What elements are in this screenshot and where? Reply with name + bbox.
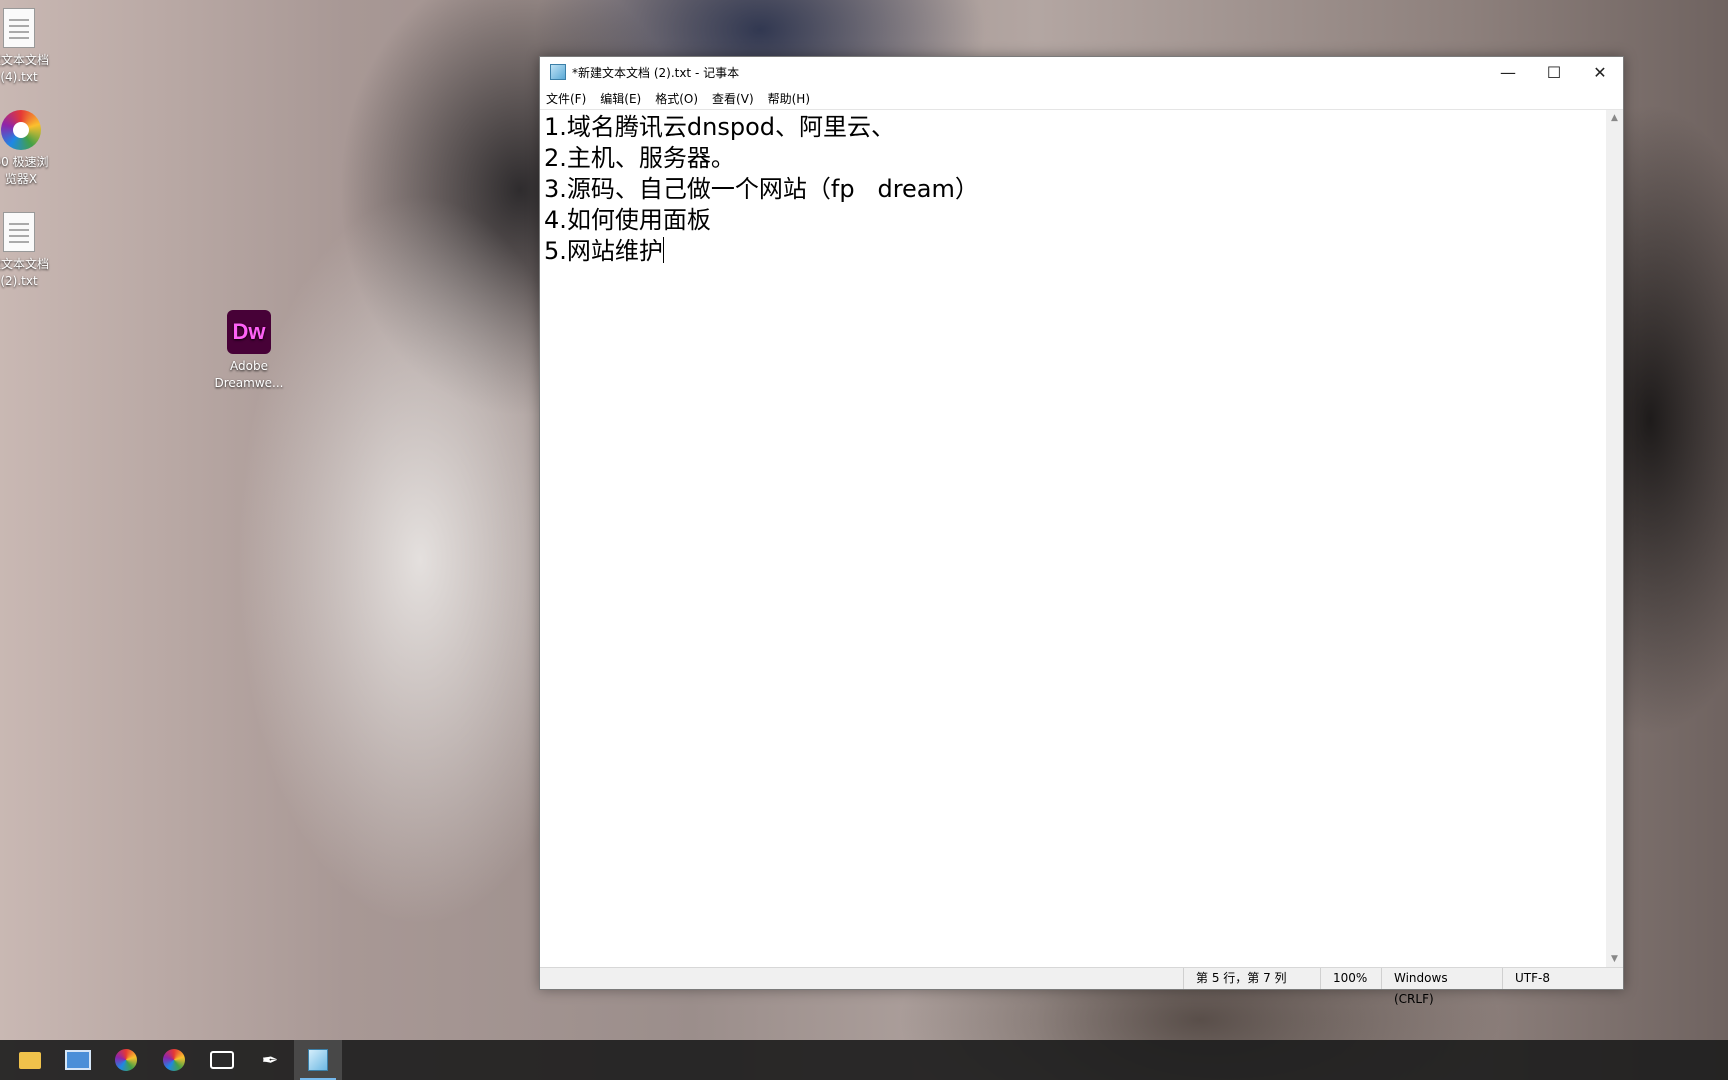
desktop-icon-text-file-4[interactable]: 建文本文档 (4).txt bbox=[0, 8, 64, 86]
status-encoding: UTF-8 bbox=[1502, 968, 1623, 989]
text-line: 2.主机、服务器。 bbox=[544, 144, 735, 172]
browser-icon bbox=[163, 1049, 185, 1071]
browser-icon bbox=[115, 1049, 137, 1071]
text-line: 3.源码、自己做一个网站（fp dream） bbox=[544, 175, 979, 203]
title-bar[interactable]: *新建文本文档 (2).txt - 记事本 — ☐ ✕ bbox=[540, 57, 1623, 87]
pen-icon: ✒ bbox=[261, 1048, 279, 1072]
taskbar-notepad[interactable] bbox=[294, 1040, 342, 1080]
desktop-icon-label: Adobe Dreamwe... bbox=[214, 359, 284, 390]
notepad-icon bbox=[308, 1049, 328, 1071]
status-line-ending: Windows (CRLF) bbox=[1381, 968, 1502, 1006]
desktop-icon-360-browser[interactable]: 60 极速浏 览器X bbox=[0, 110, 66, 188]
desktop-icon-label: 60 极速浏 览器X bbox=[0, 155, 49, 186]
scroll-down-arrow-icon[interactable]: ▼ bbox=[1606, 951, 1623, 968]
dreamweaver-icon: Dw bbox=[227, 310, 271, 354]
computer-icon bbox=[65, 1050, 91, 1070]
text-file-icon bbox=[3, 8, 35, 48]
notepad-window: *新建文本文档 (2).txt - 记事本 — ☐ ✕ 文件(F) 编辑(E) … bbox=[539, 56, 1624, 1006]
taskbar-pen-app[interactable]: ✒ bbox=[246, 1040, 294, 1080]
minimize-button[interactable]: — bbox=[1485, 57, 1531, 87]
scroll-up-arrow-icon[interactable]: ▲ bbox=[1606, 110, 1623, 127]
text-content[interactable]: 1.域名腾讯云dnspod、阿里云、 2.主机、服务器。 3.源码、自己做一个网站（… bbox=[544, 112, 1605, 968]
folder-icon bbox=[19, 1051, 41, 1069]
menu-bar: 文件(F) 编辑(E) 格式(O) 查看(V) 帮助(H) bbox=[540, 87, 1623, 109]
notepad-app-icon bbox=[550, 64, 566, 80]
window-title: *新建文本文档 (2).txt - 记事本 bbox=[572, 65, 740, 80]
status-cursor-position: 第 5 行，第 7 列 bbox=[1183, 968, 1320, 989]
taskbar-browser-alt[interactable] bbox=[150, 1040, 198, 1080]
menu-format[interactable]: 格式(O) bbox=[655, 90, 706, 107]
desktop-icon-label: 建文本文档 (2).txt bbox=[0, 257, 49, 288]
taskbar-file-explorer[interactable] bbox=[6, 1040, 54, 1080]
desktop-icon-label: 建文本文档 (4).txt bbox=[0, 53, 49, 84]
text-line: 4.如何使用面板 bbox=[544, 206, 711, 234]
close-button[interactable]: ✕ bbox=[1577, 57, 1623, 87]
menu-file[interactable]: 文件(F) bbox=[546, 90, 594, 107]
text-line: 5.网站维护 bbox=[544, 237, 663, 265]
taskbar-this-pc[interactable] bbox=[54, 1040, 102, 1080]
text-file-icon bbox=[3, 212, 35, 252]
menu-view[interactable]: 查看(V) bbox=[712, 90, 762, 107]
menu-help[interactable]: 帮助(H) bbox=[768, 90, 818, 107]
desktop-icon-text-file-2[interactable]: 建文本文档 (2).txt bbox=[0, 212, 64, 290]
text-editor[interactable]: 1.域名腾讯云dnspod、阿里云、 2.主机、服务器。 3.源码、自己做一个网站（… bbox=[540, 109, 1623, 968]
desktop-icon-dreamweaver[interactable]: Dw Adobe Dreamwe... bbox=[204, 310, 294, 392]
taskbar-browser[interactable] bbox=[102, 1040, 150, 1080]
text-caret bbox=[662, 237, 664, 263]
browser-icon bbox=[1, 110, 41, 150]
status-bar: 第 5 行，第 7 列 100% Windows (CRLF) UTF-8 bbox=[540, 967, 1623, 1006]
vertical-scrollbar[interactable]: ▲ ▼ bbox=[1606, 110, 1623, 968]
taskbar: ✒ bbox=[0, 1040, 1728, 1080]
text-line: 1.域名腾讯云dnspod、阿里云、 bbox=[544, 113, 895, 141]
menu-edit[interactable]: 编辑(E) bbox=[600, 90, 649, 107]
taskbar-camera[interactable] bbox=[198, 1040, 246, 1080]
camera-icon bbox=[210, 1051, 234, 1069]
status-zoom: 100% bbox=[1320, 968, 1381, 989]
maximize-button[interactable]: ☐ bbox=[1531, 57, 1577, 87]
